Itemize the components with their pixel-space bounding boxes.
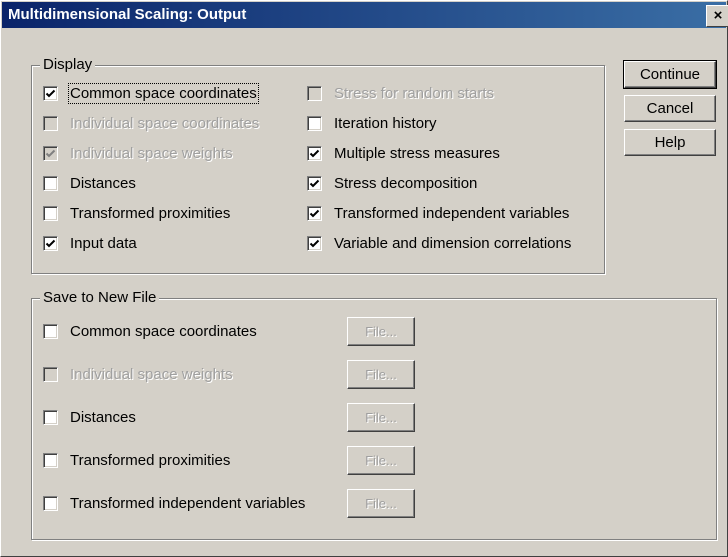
- display-group-legend: Display: [40, 57, 96, 73]
- checkbox-unchecked: [43, 115, 58, 131]
- checkbox-checked: [43, 145, 58, 161]
- save-option: Individual space weights: [43, 364, 233, 384]
- save-option-label: Individual space weights: [70, 365, 233, 383]
- checkmark-icon: [45, 89, 56, 97]
- close-button[interactable]: ×: [706, 5, 728, 27]
- checkbox-checked[interactable]: [43, 235, 58, 251]
- display-left-option-label: Transformed proximities: [70, 204, 231, 222]
- cancel-button[interactable]: Cancel: [624, 95, 716, 122]
- file-button: File...: [347, 489, 415, 518]
- checkbox-unchecked[interactable]: [43, 452, 58, 468]
- checkmark-icon: [309, 209, 320, 217]
- display-left-option[interactable]: Transformed proximities: [43, 203, 230, 223]
- save-option[interactable]: Common space coordinates: [43, 321, 257, 341]
- checkbox-unchecked[interactable]: [307, 115, 322, 131]
- checkbox-checked[interactable]: [307, 205, 322, 221]
- checkbox-checked[interactable]: [43, 85, 58, 101]
- display-right-option-label: Transformed independent variables: [334, 204, 570, 222]
- checkbox-unchecked[interactable]: [43, 205, 58, 221]
- save-group-legend: Save to New File: [40, 290, 160, 306]
- display-left-option[interactable]: Input data: [43, 233, 137, 253]
- save-option[interactable]: Transformed independent variables: [43, 493, 305, 513]
- checkmark-icon: [309, 149, 320, 157]
- file-button: File...: [347, 446, 415, 475]
- checkbox-checked[interactable]: [307, 145, 322, 161]
- checkmark-icon: [309, 239, 320, 247]
- display-left-option-label: Individual space weights: [70, 144, 233, 162]
- file-button: File...: [347, 360, 415, 389]
- display-right-option-label: Variable and dimension correlations: [334, 234, 572, 252]
- display-right-option[interactable]: Stress decomposition: [307, 173, 477, 193]
- display-right-option[interactable]: Transformed independent variables: [307, 203, 569, 223]
- checkbox-unchecked: [307, 85, 322, 101]
- checkbox-unchecked[interactable]: [43, 323, 58, 339]
- save-option-label: Distances: [70, 408, 136, 426]
- display-left-option-label: Individual space coordinates: [70, 114, 260, 132]
- display-right-option-label: Stress for random starts: [334, 84, 495, 102]
- checkbox-checked[interactable]: [307, 175, 322, 191]
- output-dialog: Multidimensional Scaling: Output × Displ…: [0, 0, 728, 557]
- file-button: File...: [347, 403, 415, 432]
- display-left-option[interactable]: Common space coordinates: [43, 82, 259, 104]
- checkmark-icon: [45, 239, 56, 247]
- display-left-option-label: Common space coordinates: [68, 82, 259, 104]
- checkbox-unchecked[interactable]: [43, 175, 58, 191]
- save-option-label: Common space coordinates: [70, 322, 257, 340]
- checkbox-unchecked[interactable]: [43, 409, 58, 425]
- display-right-option-label: Iteration history: [334, 114, 437, 132]
- checkbox-unchecked: [43, 366, 58, 382]
- save-option[interactable]: Transformed proximities: [43, 450, 230, 470]
- checkbox-unchecked[interactable]: [43, 495, 58, 511]
- display-right-option-label: Multiple stress measures: [334, 144, 500, 162]
- checkbox-checked[interactable]: [307, 235, 322, 251]
- display-right-option[interactable]: Multiple stress measures: [307, 143, 500, 163]
- dialog-title: Multidimensional Scaling: Output: [8, 6, 247, 23]
- file-button: File...: [347, 317, 415, 346]
- checkmark-icon: [45, 149, 56, 157]
- display-right-option-label: Stress decomposition: [334, 174, 478, 192]
- display-left-option-label: Input data: [70, 234, 137, 252]
- continue-button[interactable]: Continue: [623, 60, 717, 89]
- save-option[interactable]: Distances: [43, 407, 136, 427]
- save-option-label: Transformed independent variables: [70, 494, 306, 512]
- display-left-option: Individual space weights: [43, 143, 233, 163]
- title-bar: Multidimensional Scaling: Output ×: [2, 2, 728, 28]
- display-left-option-label: Distances: [70, 174, 136, 192]
- display-left-option[interactable]: Distances: [43, 173, 136, 193]
- display-right-option[interactable]: Iteration history: [307, 113, 437, 133]
- save-option-label: Transformed proximities: [70, 451, 231, 469]
- display-right-option[interactable]: Variable and dimension correlations: [307, 233, 571, 253]
- help-button[interactable]: Help: [624, 129, 716, 156]
- display-left-option: Individual space coordinates: [43, 113, 259, 133]
- checkmark-icon: [309, 179, 320, 187]
- display-right-option: Stress for random starts: [307, 83, 494, 103]
